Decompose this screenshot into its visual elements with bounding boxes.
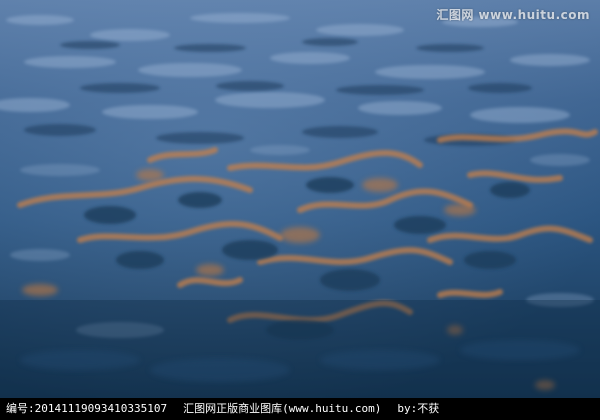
author-text: by:不获 [397,402,440,415]
watermark-text: 汇图网 www.huitu.com [436,8,590,22]
water-ripples-photo: 汇图网 www.huitu.com [0,0,600,398]
site-credit-text: 汇图网正版商业图库(www.huitu.com) [183,402,382,415]
water-ripples-image [0,0,600,398]
image-id-text: 编号:20141119093410335107 [6,402,168,415]
caption-bar: 编号:20141119093410335107 汇图网正版商业图库(www.hu… [0,398,600,420]
image-frame: 汇图网 www.huitu.com 编号:2014111909341033510… [0,0,600,420]
